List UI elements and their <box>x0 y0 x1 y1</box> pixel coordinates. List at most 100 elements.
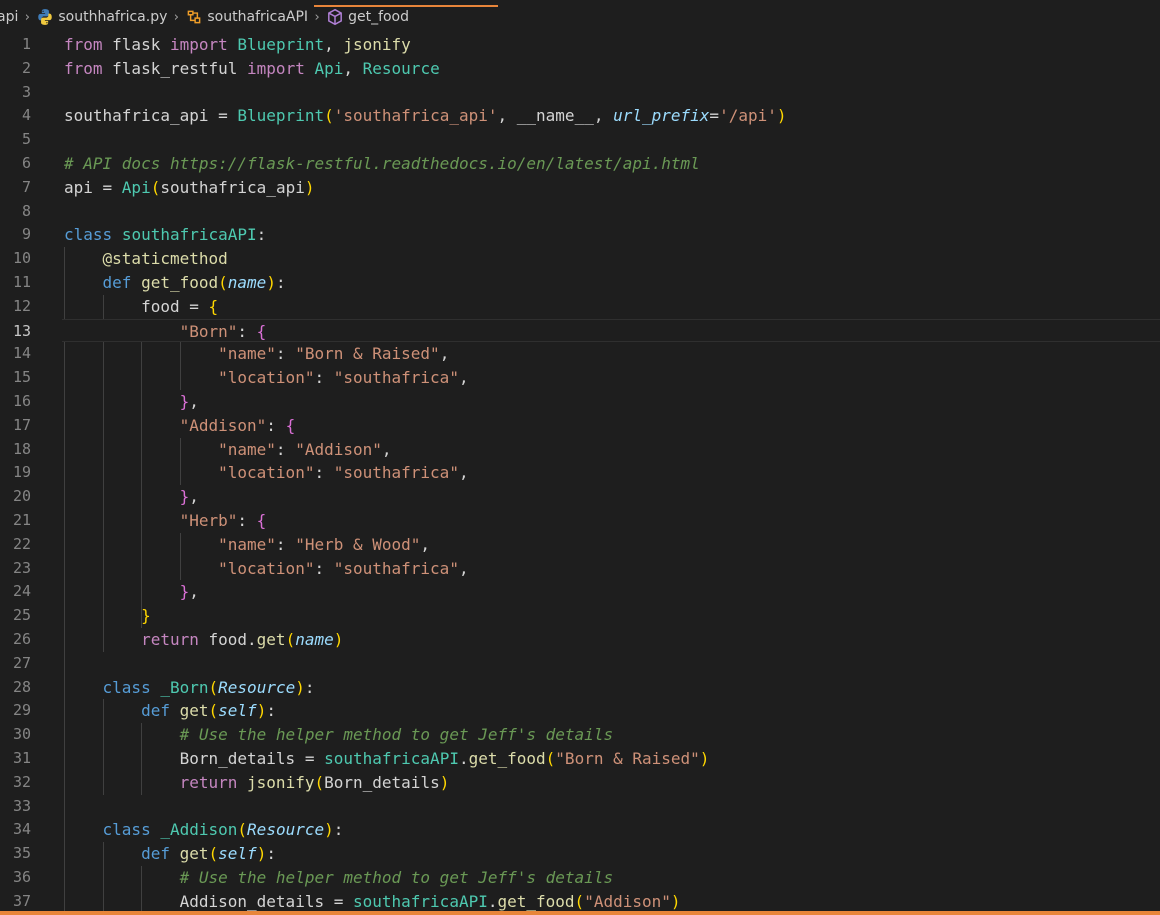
code-line[interactable]: 20 }, <box>0 485 1160 509</box>
code-token: _Addison <box>160 820 238 840</box>
code-line[interactable]: 2 from flask_restful import Api, Resource <box>0 57 1160 81</box>
code-line[interactable]: 17 "Addison": { <box>0 414 1160 438</box>
code-line[interactable]: 3 <box>0 81 1160 105</box>
code-line[interactable]: 10 @staticmethod <box>0 247 1160 271</box>
code-line[interactable]: 11 def get_food(name): <box>0 271 1160 295</box>
code-token: ( <box>237 820 248 840</box>
code-line[interactable]: 28 class _Born(Resource): <box>0 676 1160 700</box>
code-token: Born_details = <box>64 749 325 768</box>
code-line[interactable]: 21 "Herb": { <box>0 509 1160 533</box>
code-line[interactable]: 36 # Use the helper method to get Jeff's… <box>0 866 1160 890</box>
code-line[interactable]: 25 } <box>0 604 1160 628</box>
code-token: name <box>227 273 267 292</box>
line-number: 6 <box>21 154 31 172</box>
method-cube-icon <box>328 8 342 26</box>
code-token: : <box>266 415 286 435</box>
code-line[interactable]: 13 "Born": { <box>13 318 1160 343</box>
line-number: 17 <box>12 415 31 434</box>
code-token: : <box>275 273 286 292</box>
code-line[interactable]: 15 "location": "southafrica", <box>0 366 1160 390</box>
line-number: 31 <box>12 749 31 767</box>
code-text: # API docs https://flask-restful.readthe… <box>64 152 700 176</box>
line-number: 30 <box>12 725 31 744</box>
line-number: 26 <box>12 630 31 648</box>
code-line[interactable]: 29 def get(self): <box>0 699 1160 723</box>
code-token: , __name__, <box>497 106 614 126</box>
code-token: Api <box>314 58 344 78</box>
code-line[interactable]: 37 Addison_details = southafricaAPI.get_… <box>0 890 1160 911</box>
code-line[interactable]: 12 food = { <box>0 295 1160 319</box>
code-token: , <box>381 439 392 459</box>
code-text: "name": "Herb & Wood", <box>64 533 430 557</box>
code-line[interactable]: 4 southafrica_api = Blueprint('southafric… <box>0 104 1160 128</box>
code-token: = <box>709 106 720 126</box>
code-token: get <box>179 844 209 864</box>
code-line[interactable]: 8 <box>0 200 1160 224</box>
line-number: 21 <box>12 511 31 529</box>
code-token: food = <box>64 296 209 316</box>
code-token: ) <box>776 106 787 126</box>
code-token: flask <box>102 35 170 54</box>
code-line[interactable]: 9 class southafricaAPI: <box>0 223 1160 247</box>
code-token: : <box>314 558 334 578</box>
breadcrumb-folder[interactable]: api <box>0 0 18 34</box>
code-text: return jsonify(Born_details) <box>64 771 450 795</box>
code-text: # Use the helper method to get Jeff's de… <box>64 866 613 890</box>
code-line[interactable]: 24 }, <box>0 580 1160 604</box>
code-line[interactable]: 6 # API docs https://flask-restful.readth… <box>0 152 1160 176</box>
line-number: 22 <box>12 534 31 553</box>
code-line[interactable]: 16 }, <box>0 390 1160 414</box>
code-line[interactable]: 35 def get(self): <box>0 842 1160 866</box>
breadcrumb-file[interactable]: southhafrica.py <box>36 0 167 34</box>
code-line[interactable]: 34 class _Addison(Resource): <box>0 818 1160 842</box>
code-line[interactable]: 23 "location": "southafrica", <box>0 557 1160 581</box>
code-token: } <box>179 392 190 411</box>
code-line[interactable]: 22 "name": "Herb & Wood", <box>0 533 1160 557</box>
code-line[interactable]: 5 <box>0 128 1160 152</box>
code-token: , <box>458 558 469 578</box>
code-editor[interactable]: 1 from flask import Blueprint, jsonify 2 fr… <box>0 33 1160 911</box>
code-token: Resource <box>247 820 325 840</box>
code-line[interactable]: 18 "name": "Addison", <box>0 438 1160 462</box>
code-line[interactable]: 30 # Use the helper method to get Jeff's… <box>0 723 1160 747</box>
code-line[interactable]: 1 from flask import Blueprint, jsonify <box>0 33 1160 57</box>
code-token: Api <box>121 177 151 197</box>
code-token: { <box>208 296 219 316</box>
code-line[interactable]: 19 "location": "southafrica", <box>0 461 1160 485</box>
line-number: 14 <box>12 344 31 363</box>
code-line[interactable]: 32 return jsonify(Born_details) <box>0 771 1160 795</box>
line-number: 5 <box>21 130 31 149</box>
code-text: class southafricaAPI: <box>64 223 266 247</box>
line-number: 13 <box>12 321 31 340</box>
code-token: ( <box>208 677 219 697</box>
line-number: 19 <box>12 463 31 482</box>
code-token: get <box>179 701 209 721</box>
code-token: "southafrica" <box>333 368 459 388</box>
code-line[interactable]: 33 <box>0 795 1160 819</box>
code-line[interactable]: 14 "name": "Born & Raised", <box>0 342 1160 366</box>
code-token: ( <box>285 630 296 649</box>
code-token: } <box>141 606 151 626</box>
code-token: class <box>102 677 151 697</box>
code-line[interactable]: 26 return food.get(name) <box>0 628 1160 652</box>
breadcrumb-class[interactable]: southafricaAPI <box>185 0 308 34</box>
code-token: jsonify <box>343 35 411 54</box>
line-number: 12 <box>12 296 31 315</box>
code-text: Born_details = southafricaAPI.get_food("… <box>64 747 710 771</box>
line-number: 25 <box>12 606 31 625</box>
code-line[interactable]: 27 <box>0 652 1160 676</box>
code-text: Addison_details = southafricaAPI.get_foo… <box>64 890 681 911</box>
code-token: ( <box>574 891 585 911</box>
code-line[interactable]: 31 Born_details = southafricaAPI.get_foo… <box>0 747 1160 771</box>
code-token: : <box>314 463 334 483</box>
line-number: 36 <box>12 868 31 886</box>
code-line[interactable]: 7 api = Api(southafrica_api) <box>0 176 1160 200</box>
code-token: class <box>64 225 113 245</box>
line-number: 32 <box>12 772 31 791</box>
code-token: } <box>179 487 190 507</box>
line-number: 7 <box>21 177 31 196</box>
